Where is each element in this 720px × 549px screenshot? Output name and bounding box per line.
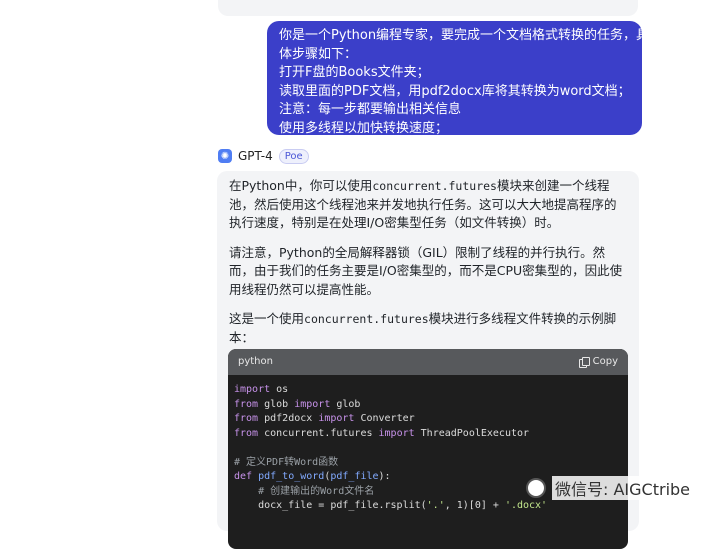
copy-button[interactable]: Copy [578,353,618,372]
code-header: python Copy [228,349,628,375]
code-language-label: python [238,355,273,367]
user-message-line: 体步骤如下： [279,46,358,62]
bot-header: ✺ GPT-4 Poe [218,147,309,165]
copy-label: Copy [592,355,618,367]
user-message-line: 使用多线程以加快转换速度； [279,120,449,136]
code-line: from pdf2docx import Converter [234,413,415,424]
poe-badge: Poe [278,148,309,164]
user-message-bubble: 你是一个Python编程专家，要完成一个文档格式转换的任务，具 体步骤如下： 打… [267,21,650,136]
bot-paragraph-3: 这是一个使用concurrent.futures模块进行多线程文件转换的示例脚本… [229,310,627,347]
watermark-text: 微信号: AIGCtribe [552,476,694,500]
inline-code: concurrent.futures [304,312,429,326]
text-span: 在Python中，你可以使用 [229,178,373,193]
copy-icon [578,357,590,368]
code-block: python Copy import os from glob import gl… [228,349,628,549]
bot-name[interactable]: GPT-4 [238,149,273,163]
wechat-icon [526,478,546,498]
code-line: from concurrent.futures import ThreadPoo… [234,427,530,439]
inline-code: concurrent.futures [372,179,497,193]
bot-paragraph-1: 在Python中，你可以使用concurrent.futures模块来创建一个线… [229,177,627,233]
user-message-line: 打开F盘的Books文件夹； [279,65,430,80]
text-span: 这是一个使用 [229,311,305,326]
code-line: # 定义PDF转Word函数 [234,456,339,468]
code-line: import os [234,384,289,395]
code-line: docx_file = pdf_file.rsplit('.', 1)[0] +… [234,500,548,511]
openai-logo-icon: ✺ [218,149,232,163]
user-message-line: 读取里面的PDF文档，用pdf2docx库将其转换为word文档； [279,83,631,99]
bot-paragraph-2: 请注意，Python的全局解释器锁（GIL）限制了线程的并行执行。然而，由于我们… [229,244,623,297]
user-message-line: 注意：每一步都要输出相关信息 [279,102,462,117]
user-message-line: 你是一个Python编程专家，要完成一个文档格式转换的任务，具 [279,28,650,43]
previous-message-bubble [218,0,638,16]
watermark: 微信号: AIGCtribe [526,476,694,500]
code-line: from glob import glob [234,398,361,410]
